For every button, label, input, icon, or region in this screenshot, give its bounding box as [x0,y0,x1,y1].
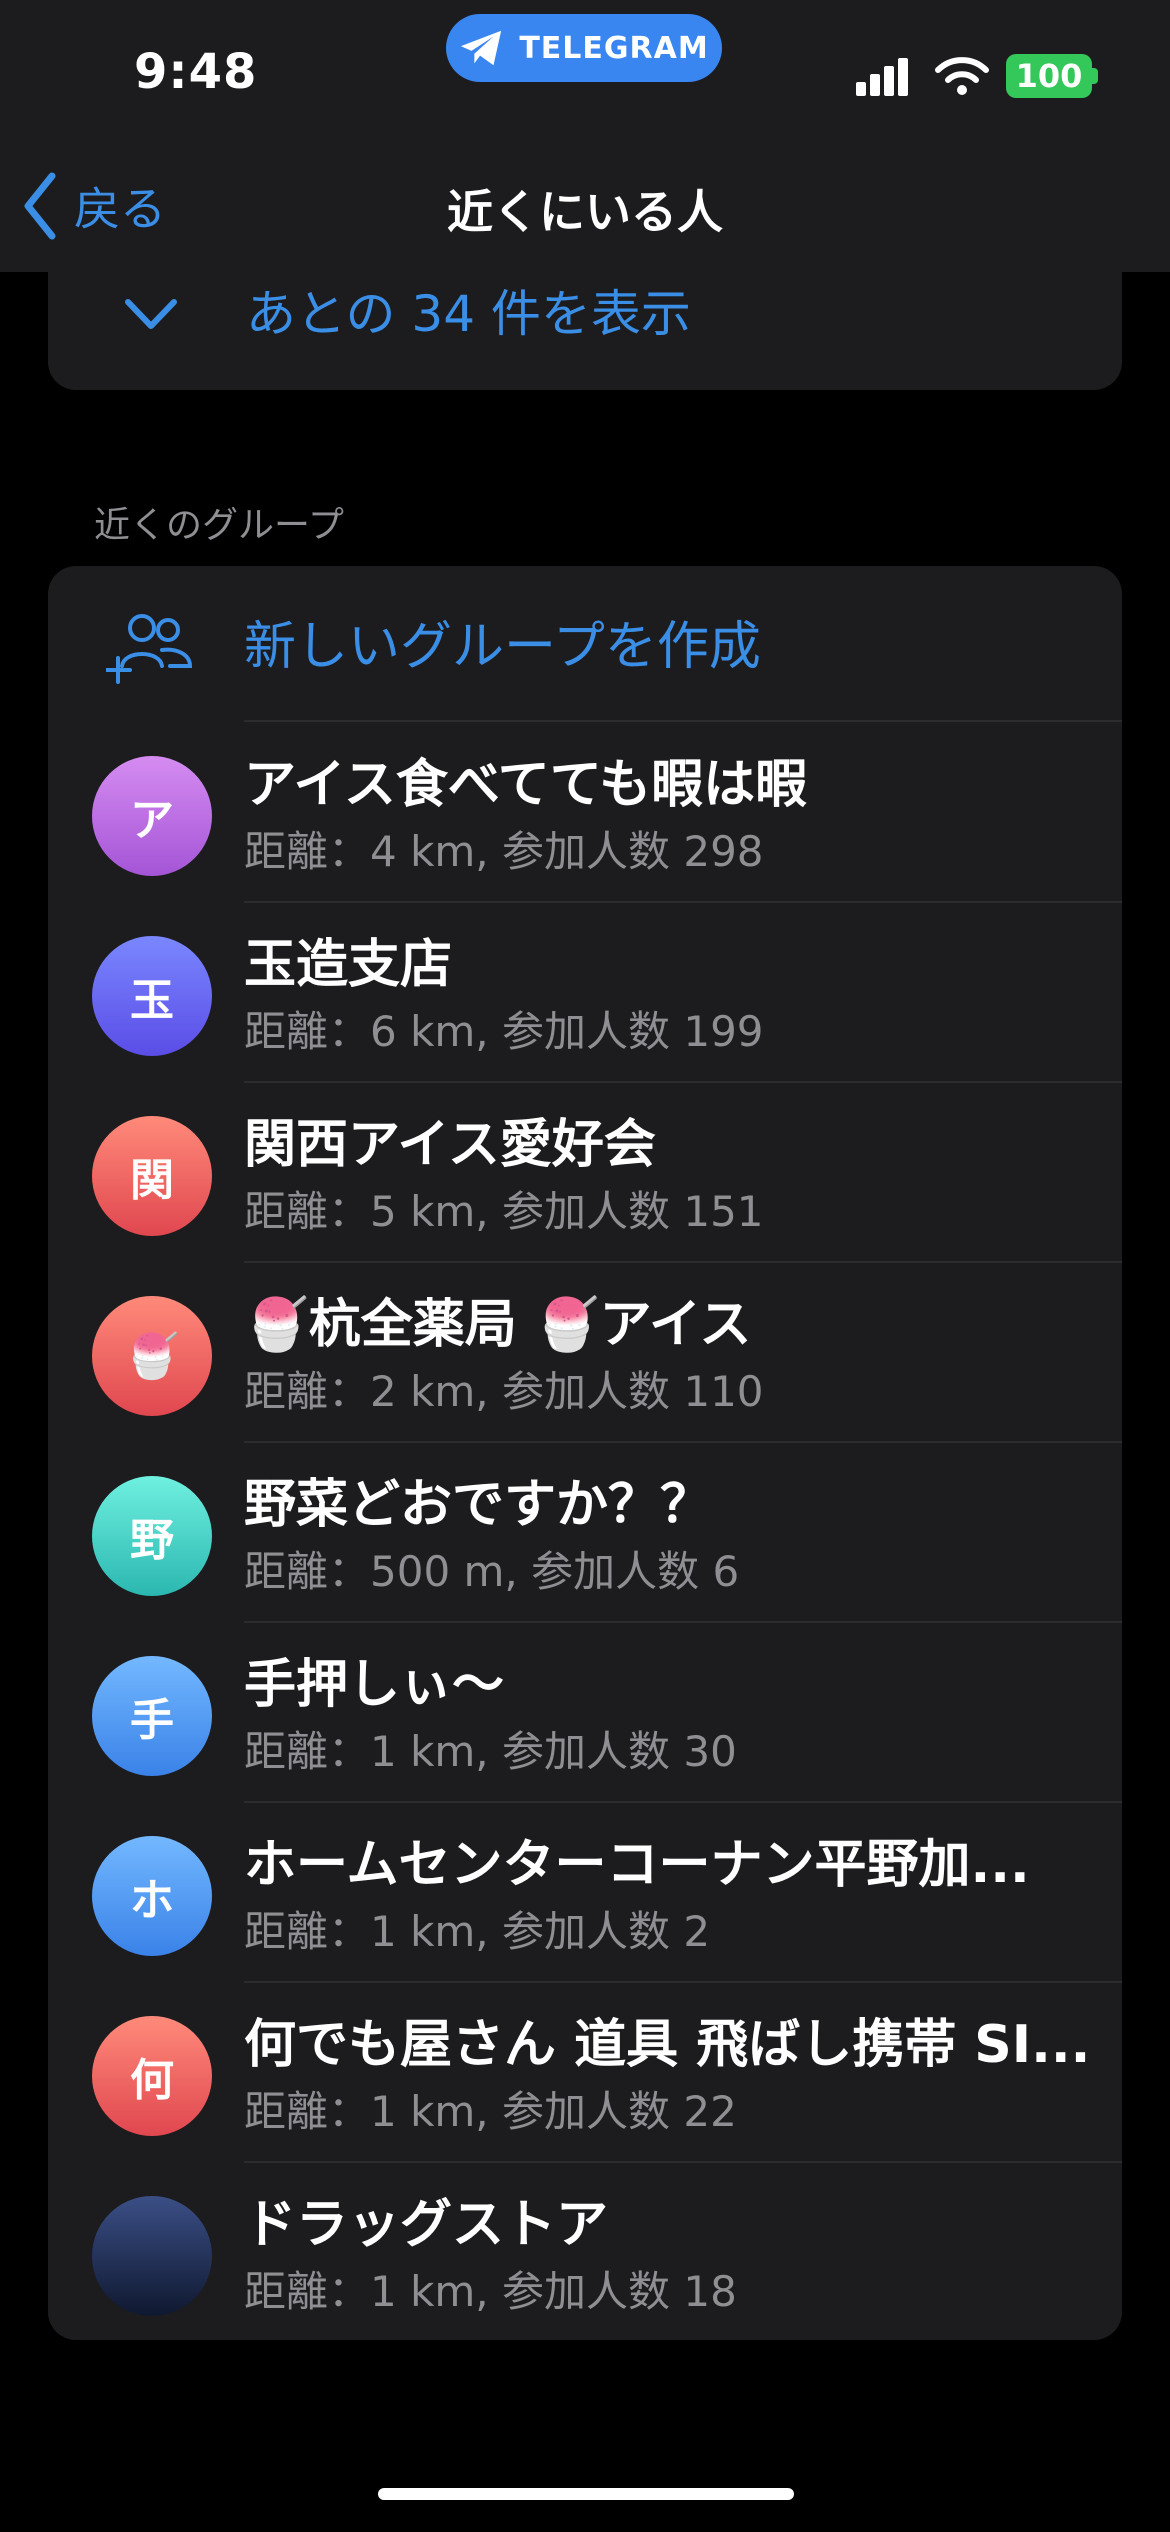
wifi-icon [935,57,989,95]
group-row[interactable]: ホホームセンターコーナン平野加... 距離：1 km, 参加人数 2 [48,1802,1122,1982]
group-name: アイス食べてても暇は暇 [244,755,808,815]
chevron-down-icon [125,299,177,329]
group-name: 何でも屋さん 道具 飛ばし携帯 SI... [244,2015,1091,2075]
group-avatar: 玉 [92,936,212,1056]
signal-icon [856,58,908,96]
group-avatar: 🍧 [92,1296,212,1416]
group-distance-members: 距離：1 km, 参加人数 30 [244,1727,737,1776]
group-distance-members: 距離：1 km, 参加人数 2 [244,1907,711,1956]
status-time: 9:48 [134,44,258,100]
group-avatar: ア [92,756,212,876]
group-name: 関西アイス愛好会 [244,1115,656,1175]
group-distance-members: 距離：1 km, 参加人数 22 [244,2087,737,2136]
group-avatar: 何 [92,2016,212,2136]
show-more-card[interactable]: あとの 34 件を表示 [48,272,1122,390]
telegram-pill-label: TELEGRAM [519,30,709,66]
add-group-icon [106,614,193,684]
group-row[interactable]: 何何でも屋さん 道具 飛ばし携帯 SI... 距離：1 km, 参加人数 22 [48,1982,1122,2162]
group-row[interactable]: ドラッグストア距離：1 km, 参加人数 18 [48,2162,1122,2340]
group-distance-members: 距離：2 km, 参加人数 110 [244,1367,764,1416]
group-row[interactable]: 関関西アイス愛好会距離：5 km, 参加人数 151 [48,1082,1122,1262]
home-indicator[interactable] [378,2488,794,2500]
group-name: ホームセンターコーナン平野加... [244,1835,1030,1895]
telegram-icon [461,30,502,66]
group-name: 🍧杭全薬局 🍧アイス [244,1295,752,1355]
group-name: 玉造支店 [244,935,453,995]
group-avatar: 野 [92,1476,212,1596]
create-group-button[interactable]: 新しいグループを作成 [48,566,1122,720]
group-avatar [92,2196,212,2316]
page-title: 近くにいる人 [447,185,723,239]
group-name: ドラッグストア [244,2195,609,2255]
group-row[interactable]: 🍧 🍧杭全薬局 🍧アイス距離：2 km, 参加人数 110 [48,1262,1122,1442]
create-group-label: 新しいグループを作成 [244,617,761,677]
group-name: 野菜どおですか？？ [244,1475,713,1535]
battery-tip [1092,68,1098,84]
section-header: 近くのグループ [94,505,344,546]
top-bar: 9:48 TELEGRAM 100 戻る 近くにいる人 [0,0,1170,272]
group-name: 手押しぃ〜 [244,1655,505,1715]
group-avatar: 関 [92,1116,212,1236]
group-row[interactable]: 玉玉造支店距離：6 km, 参加人数 199 [48,902,1122,1082]
telegram-pill[interactable]: TELEGRAM [446,14,722,82]
battery-indicator: 100 [1006,54,1092,98]
group-distance-members: 距離：1 km, 参加人数 18 [244,2267,737,2316]
group-avatar: ホ [92,1836,212,1956]
group-row[interactable]: 野野菜どおですか？？ 距離：500 m, 参加人数 6 [48,1442,1122,1622]
group-distance-members: 距離：500 m, 参加人数 6 [244,1547,740,1596]
show-more-label: あとの 34 件を表示 [246,285,691,343]
group-distance-members: 距離：5 km, 参加人数 151 [244,1187,764,1236]
group-row[interactable]: アアイス食べてても暇は暇距離：4 km, 参加人数 298 [48,722,1122,902]
group-row[interactable]: 手手押しぃ〜距離：1 km, 参加人数 30 [48,1622,1122,1802]
group-distance-members: 距離：4 km, 参加人数 298 [244,827,764,876]
group-avatar: 手 [92,1656,212,1776]
nearby-groups-list: 新しいグループを作成 アアイス食べてても暇は暇距離：4 km, 参加人数 298… [48,566,1122,2340]
group-distance-members: 距離：6 km, 参加人数 199 [244,1007,764,1056]
